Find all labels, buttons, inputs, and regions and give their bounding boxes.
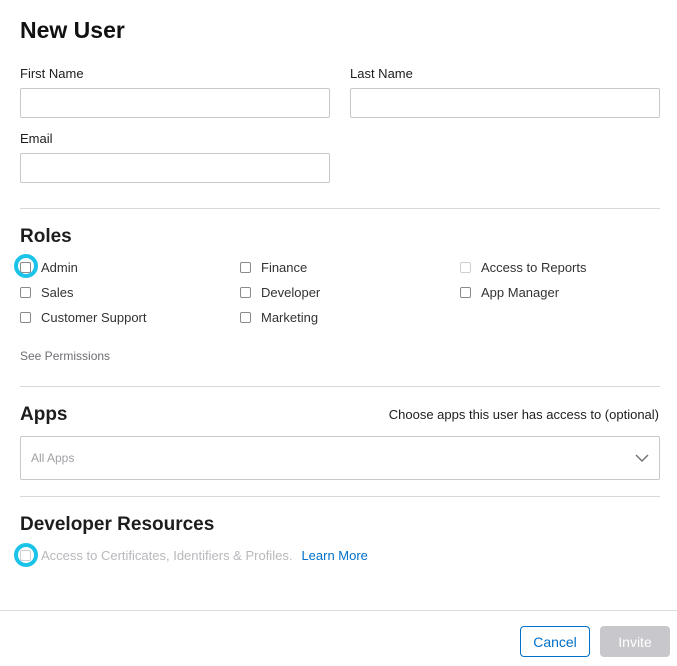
chevron-down-icon (635, 454, 649, 462)
role-sales[interactable]: Sales (20, 283, 74, 301)
apps-hint: Choose apps this user has access to (opt… (388, 407, 659, 422)
role-developer-checkbox[interactable] (240, 286, 251, 298)
role-marketing[interactable]: Marketing (240, 308, 318, 326)
role-sales-checkbox[interactable] (20, 286, 31, 298)
section-divider (20, 208, 660, 209)
first-name-label: First Name (20, 66, 84, 81)
role-app-manager-label: App Manager (481, 284, 560, 300)
role-access-to-reports-checkbox (460, 261, 471, 273)
roles-title: Roles (20, 226, 72, 247)
last-name-label: Last Name (350, 66, 413, 81)
see-permissions-link[interactable]: See Permissions (20, 349, 110, 363)
email-input[interactable] (20, 153, 330, 183)
section-divider (20, 386, 660, 387)
role-admin-label: Admin (41, 259, 78, 275)
apps-select[interactable]: All Apps (20, 436, 660, 480)
last-name-input[interactable] (350, 88, 660, 118)
first-name-input[interactable] (20, 88, 330, 118)
role-finance-label: Finance (261, 259, 308, 275)
role-customer-support[interactable]: Customer Support (20, 308, 147, 326)
apps-title: Apps (20, 404, 68, 425)
role-developer-label: Developer (261, 284, 321, 300)
role-sales-label: Sales (41, 284, 74, 300)
role-developer[interactable]: Developer (240, 283, 320, 301)
role-access-to-reports: Access to Reports (460, 258, 587, 276)
learn-more-link[interactable]: Learn More (301, 548, 367, 563)
role-app-manager-checkbox[interactable] (460, 286, 471, 298)
cancel-button[interactable]: Cancel (520, 626, 590, 657)
role-marketing-checkbox[interactable] (240, 311, 251, 323)
role-access-to-reports-label: Access to Reports (481, 259, 587, 275)
role-finance-checkbox[interactable] (240, 261, 251, 273)
role-app-manager[interactable]: App Manager (460, 283, 559, 301)
role-finance[interactable]: Finance (240, 258, 307, 276)
role-customer-support-checkbox[interactable] (20, 311, 31, 323)
role-admin[interactable]: Admin (20, 258, 78, 276)
email-label: Email (20, 131, 53, 146)
footer-divider (0, 610, 677, 611)
certificates-access-row: Access to Certificates, Identifiers & Pr… (20, 546, 368, 564)
section-divider (20, 496, 660, 497)
developer-resources-title: Developer Resources (20, 514, 215, 535)
role-marketing-label: Marketing (261, 309, 319, 325)
role-customer-support-label: Customer Support (41, 309, 147, 325)
invite-button[interactable]: Invite (600, 626, 670, 657)
certificates-access-label: Access to Certificates, Identifiers & Pr… (41, 547, 293, 563)
role-admin-checkbox[interactable] (20, 261, 31, 273)
apps-select-value: All Apps (31, 451, 75, 465)
page-title: New User (20, 17, 125, 43)
certificates-access-checkbox (20, 549, 31, 561)
